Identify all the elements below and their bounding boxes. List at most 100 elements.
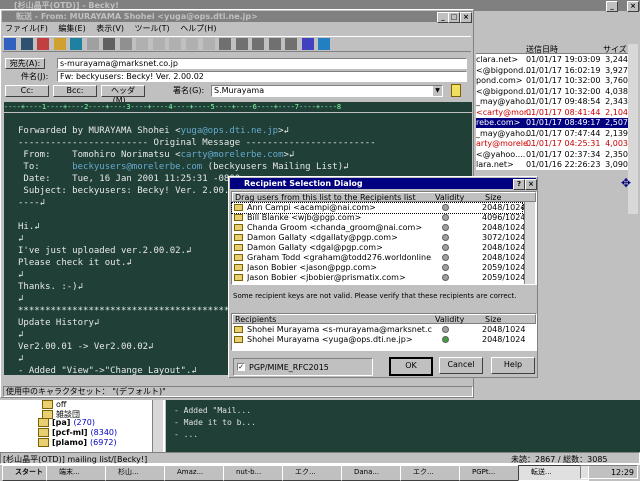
redo-icon[interactable]	[152, 38, 165, 50]
subject-field[interactable]: Fw: beckyusers: Becky! Ver. 2.00.02	[57, 71, 467, 82]
dialog-close-button[interactable]: ×	[525, 179, 537, 190]
editor-line: ------------------------ Original Messag…	[18, 138, 376, 148]
user-list-scrollbar[interactable]	[524, 202, 535, 284]
user-row[interactable]: Jason Bobier <jbobier@prismatix.com> 2059…	[232, 273, 525, 283]
main-close-button[interactable]: ×	[627, 1, 639, 12]
key-icon	[234, 224, 243, 231]
message-row[interactable]: lara.net> 01/01/16 22:26:23 3,090	[476, 160, 628, 170]
message-row[interactable]: <@bigpond.... 01/01/17 10:32:00 4,038	[476, 87, 628, 97]
compose-close-button[interactable]: ×	[460, 12, 472, 23]
paste-icon[interactable]	[202, 38, 215, 50]
spell-check-icon[interactable]	[301, 38, 314, 50]
folder-item[interactable]: [pa] (270)	[38, 418, 117, 428]
compose-maximize-button[interactable]: □	[448, 12, 460, 23]
main-minimize-button[interactable]: _	[606, 1, 618, 12]
align-right-icon[interactable]	[252, 38, 265, 50]
cancel-button[interactable]: Cancel	[439, 357, 483, 374]
col-recipients[interactable]: Recipients	[235, 315, 276, 324]
message-date: 01/01/17 07:47:44	[526, 128, 601, 138]
to-field[interactable]: s-murayama@marksnet.co.jp	[57, 58, 467, 69]
user-row[interactable]: Graham Todd <graham@todd276.worldonline.…	[232, 253, 525, 263]
queue-icon[interactable]	[37, 38, 50, 50]
user-name: Jason Bobier <jbobier@prismatix.com>	[247, 273, 406, 282]
cc-button[interactable]: Cc:	[5, 85, 49, 97]
folder-item[interactable]: off	[42, 400, 66, 409]
col-size[interactable]: Size	[485, 193, 501, 202]
validity-icon	[442, 214, 449, 221]
message-date: 01/01/17 02:37:34	[526, 149, 601, 159]
col-recipient-validity[interactable]: Validity	[435, 315, 464, 324]
user-row[interactable]: Ann Campi <acampi@nai.com> 2048/1024	[231, 202, 525, 214]
menu-edit[interactable]: 編集(E)	[58, 24, 85, 33]
folder-label: [plamo]	[52, 438, 88, 447]
indent-icon[interactable]	[268, 38, 281, 50]
ok-button[interactable]: OK	[389, 357, 433, 376]
message-from: lara.net>	[476, 160, 514, 169]
attach-icon[interactable]	[53, 38, 66, 50]
chevron-down-icon[interactable]: ▼	[433, 86, 442, 96]
user-row[interactable]: Jason Bobier <jason@pgp.com> 2059/1024	[232, 263, 525, 273]
to-value: s-murayama@marksnet.co.jp	[60, 59, 178, 68]
message-row[interactable]: _may@yaho... 01/01/17 07:47:44 2,139	[476, 129, 628, 139]
align-left-icon[interactable]	[219, 38, 232, 50]
to-label-button[interactable]: 宛先(A):	[5, 58, 45, 69]
align-center-icon[interactable]	[235, 38, 248, 50]
sign-icon[interactable]	[86, 38, 99, 50]
find-icon[interactable]	[318, 38, 331, 50]
folder-item[interactable]: [pcf-ml] (8340)	[38, 428, 117, 438]
user-row[interactable]: Bill Blanke <wjb@pgp.com> 4096/1024	[232, 213, 525, 223]
message-row[interactable]: _may@yaho... 01/01/17 09:48:54 2,343	[476, 97, 628, 107]
message-row[interactable]: pond.com> 01/01/17 10:32:00 3,760	[476, 76, 628, 86]
recipient-row[interactable]: Shohei Murayama <s-murayama@marksnet.co.…	[232, 325, 525, 335]
copy-icon[interactable]	[186, 38, 199, 50]
col-validity[interactable]: Validity	[435, 193, 464, 202]
send-icon[interactable]	[4, 38, 16, 50]
user-row[interactable]: Damon Gallaty <dgallaty@pgp.com> 3072/102…	[232, 233, 525, 243]
user-name: Shohei Murayama <s-murayama@marksnet.co.…	[247, 325, 432, 334]
taskbar-button[interactable]: 転送...	[518, 465, 589, 481]
menu-view[interactable]: 表示(V)	[96, 24, 124, 33]
cut-icon[interactable]	[169, 38, 182, 50]
header-date[interactable]: 送信日時	[526, 44, 558, 55]
undo-icon[interactable]	[136, 38, 149, 50]
bcc-button[interactable]: Bcc:	[53, 85, 97, 97]
key-icon	[234, 336, 243, 343]
menu-help[interactable]: ヘルプ(H)	[180, 24, 216, 33]
key-icon	[234, 214, 243, 221]
quote-icon[interactable]	[285, 38, 298, 50]
save-icon[interactable]	[20, 38, 33, 50]
header-size[interactable]: サイズ	[603, 44, 627, 55]
message-date: 01/01/17 10:32:00	[526, 76, 601, 85]
message-row[interactable]: clara.net> 01/01/17 19:03:09 3,244	[476, 55, 628, 65]
clock: 12:29	[610, 468, 634, 477]
help-button[interactable]: Help	[491, 357, 535, 374]
user-row[interactable]: Chanda Groom <chanda_groom@nai.com> 2048/…	[232, 223, 525, 233]
folder-scrollbar[interactable]	[152, 400, 163, 452]
user-row[interactable]: Damon Gallaty <dgal@pgp.com> 2048/1024	[232, 243, 525, 253]
address-icon[interactable]	[70, 38, 83, 50]
header-button[interactable]: ヘッダ(M)...	[101, 85, 145, 105]
signature-select[interactable]: S.Murayama ▼	[211, 85, 443, 97]
format-icon[interactable]	[119, 38, 132, 50]
menu-file[interactable]: ファイル(F)	[5, 24, 48, 33]
col-hint[interactable]: Drag users from this list to the Recipie…	[235, 193, 416, 202]
folder-item[interactable]: [plamo] (6972)	[38, 438, 117, 448]
pgpmime-checkbox[interactable]: ✓	[237, 363, 245, 371]
message-row[interactable]: <@bigpond.... 01/01/17 16:02:19 3,927	[476, 66, 628, 76]
message-row[interactable]: <carty@mor... 01/01/17 08:41:44 2,104	[476, 108, 628, 118]
preview-line: - Added "Mail...	[174, 406, 252, 415]
recipient-row[interactable]: Shohei Murayama <yuga@ops.dti.ne.jp> 2048…	[232, 335, 525, 345]
nav-arrows-icon[interactable]: ✥	[617, 174, 635, 192]
message-row[interactable]: <@yahoo.... 01/01/17 02:37:34 2,350	[476, 150, 628, 160]
validity-icon	[442, 326, 449, 333]
folder-count: (8340)	[90, 428, 118, 437]
col-recipient-size[interactable]: Size	[485, 315, 501, 324]
menu-tools[interactable]: ツール(T)	[135, 24, 170, 33]
dialog-help-button[interactable]: ?	[513, 179, 525, 190]
message-row[interactable]: arty@morele... 01/01/17 04:25:31 4,003	[476, 139, 628, 149]
encrypt-icon[interactable]	[103, 38, 116, 50]
message-row[interactable]: rebe.com> 01/01/17 08:49:17 2,507	[476, 118, 628, 128]
note-icon[interactable]	[451, 84, 461, 97]
message-size: 3,090	[605, 160, 628, 169]
options-box: ✓ PGP/MIME_RFC2015	[233, 358, 373, 376]
